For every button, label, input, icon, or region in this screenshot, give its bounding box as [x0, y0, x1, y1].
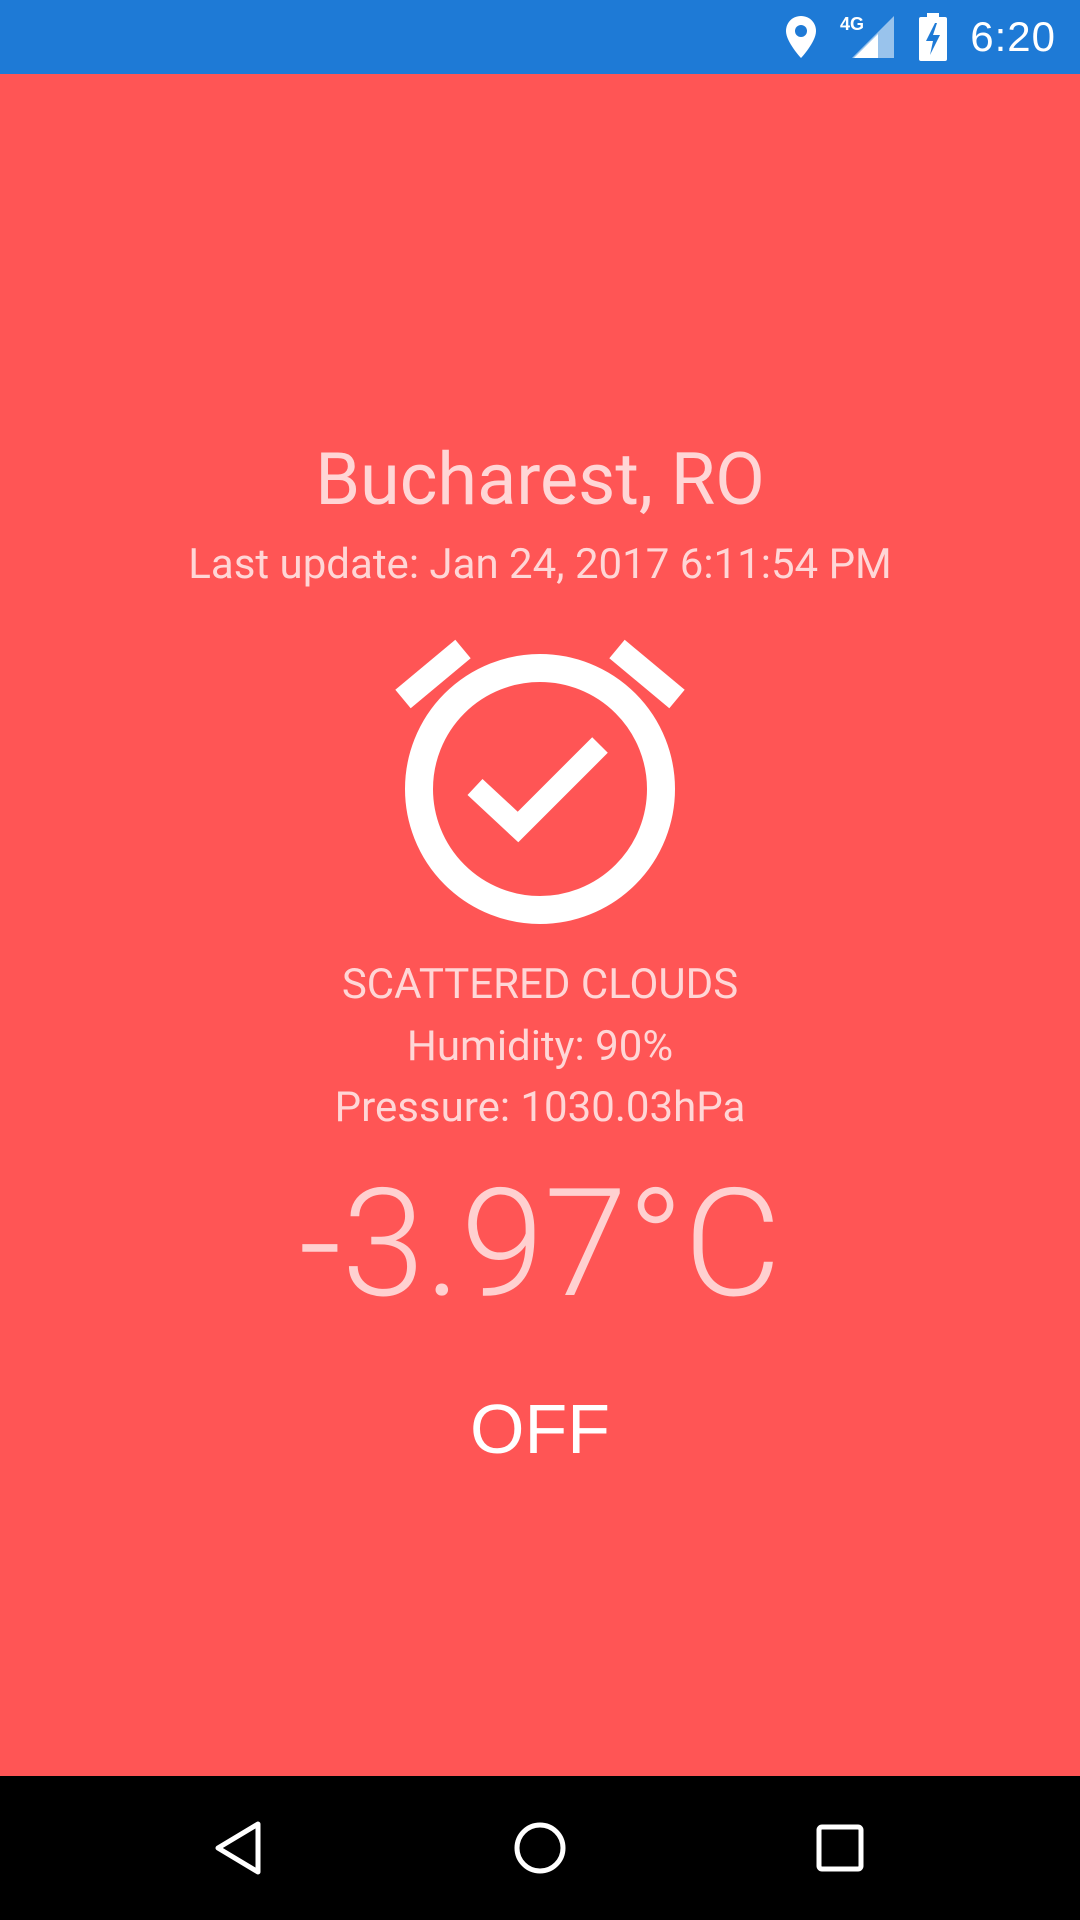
back-icon — [215, 1821, 261, 1875]
battery-charging-icon — [918, 13, 948, 61]
signal-icon: 4G — [840, 12, 896, 62]
last-update-text: Last update: Jan 24, 2017 6:11:54 PM — [188, 540, 892, 589]
location-icon — [784, 14, 818, 60]
humidity-text: Humidity: 90% — [406, 1022, 674, 1071]
weather-content: Bucharest, RO Last update: Jan 24, 2017 … — [0, 74, 1080, 1776]
recents-icon — [816, 1824, 864, 1872]
svg-text:4G: 4G — [840, 14, 864, 34]
alarm-check-icon — [385, 619, 695, 929]
city-name: Bucharest, RO — [315, 437, 765, 522]
recents-button[interactable] — [790, 1798, 890, 1898]
home-button[interactable] — [490, 1798, 590, 1898]
home-icon — [514, 1822, 566, 1874]
temperature-text: -3.97°C — [298, 1156, 782, 1332]
app-screen: 4G 6:20 Bucharest, RO Last update: Jan 2… — [0, 0, 1080, 1920]
back-button[interactable] — [190, 1798, 290, 1898]
navigation-bar — [0, 1776, 1080, 1920]
status-bar: 4G 6:20 — [0, 0, 1080, 74]
weather-description: SCATTERED CLOUDS — [341, 960, 739, 1009]
status-icons: 4G 6:20 — [784, 0, 1056, 74]
off-toggle-button[interactable]: OFF — [390, 1374, 690, 1484]
pressure-text: Pressure: 1030.03hPa — [334, 1083, 746, 1132]
status-time: 6:20 — [970, 13, 1056, 60]
